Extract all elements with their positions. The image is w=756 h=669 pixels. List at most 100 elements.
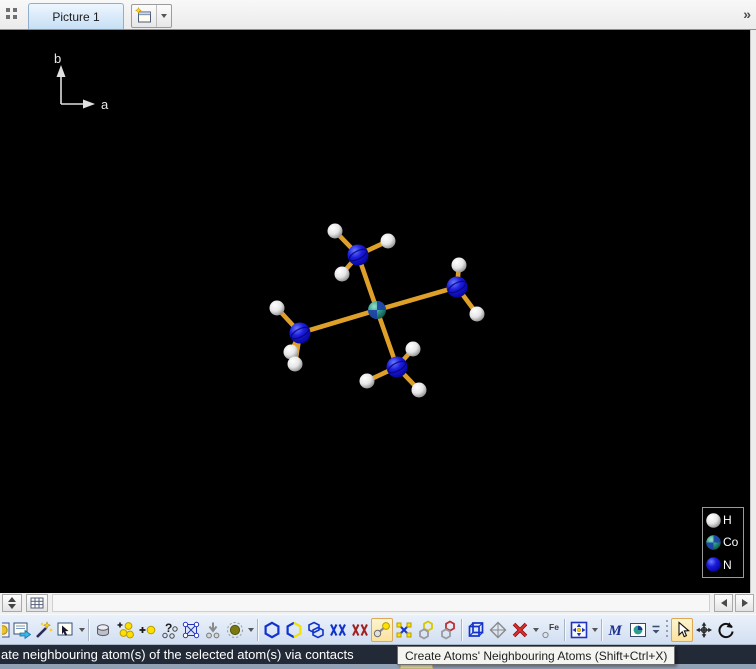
rotate-tool-icon [716,620,736,640]
table-view-button[interactable] [26,594,48,612]
rotate-tool-button[interactable] [715,618,737,642]
atom-H[interactable] [380,233,396,249]
clipped-page-button[interactable] [1,618,11,642]
delete-cross-button[interactable] [509,618,531,642]
ring-blue-button[interactable] [261,618,283,642]
atom-H[interactable] [451,257,467,273]
chevron-down-icon [591,627,598,632]
delete-cross-icon [510,620,530,640]
octahedron-button[interactable] [487,618,509,642]
connect-net-button[interactable] [180,618,202,642]
atom-H[interactable] [287,356,303,372]
toolbar-separator [666,619,668,640]
toolbar-more-button[interactable] [649,618,663,642]
create-neighbours-button[interactable] [371,617,393,642]
toolbar-separator [564,618,565,641]
scroll-left-button[interactable] [714,594,733,612]
legend-sphere-N-icon [705,556,722,573]
arrow-right-icon [741,599,748,607]
connect-net-icon [181,620,201,640]
svg-text:M: M [608,623,623,639]
expand-square-icon [569,620,589,640]
ring-stack-button[interactable] [305,618,327,642]
legend-label: Co [723,535,739,550]
arrow-left-icon [720,599,727,607]
toolbar-separator [461,618,462,641]
delete-cross-dropdown[interactable] [531,618,540,642]
expand-square-button[interactable] [568,618,590,642]
atom-N[interactable] [347,244,369,266]
spin-button[interactable] [2,594,22,612]
toolbar-separator [88,618,89,641]
properties-dialog-button[interactable] [11,618,33,642]
expand-square-dropdown[interactable] [590,618,599,642]
bottom-scroll-strip [0,593,756,614]
select-cursor-button[interactable] [671,617,693,642]
pointer-preview-icon [56,620,76,640]
tab-label: Picture 1 [52,9,100,24]
atom-N[interactable] [446,276,468,298]
atom-sphere-button[interactable] [224,618,246,642]
atom-Co[interactable] [368,301,386,319]
atom-H[interactable] [334,266,350,282]
ring-stack-icon [306,620,326,640]
bond[interactable] [299,307,378,336]
new-picture-dropdown[interactable] [156,5,171,27]
atom-query-icon: ? [159,620,179,640]
structure-viewport[interactable]: b a [0,30,750,593]
atom-H[interactable] [269,300,285,316]
atom-H[interactable] [327,223,343,239]
add-atom-button[interactable] [136,618,158,642]
atom-sphere-dropdown[interactable] [246,618,255,642]
structure-canvas[interactable]: b a H Co N [0,30,750,593]
atom-N[interactable] [386,356,408,378]
element-fe-button[interactable]: Fe [540,618,562,642]
ring-pair-yellow-icon [416,619,436,640]
m-symbol-button[interactable]: M [605,618,627,642]
net-blue-button[interactable] [327,618,349,642]
legend-sphere-Co-icon [705,534,722,551]
spin-up-icon [8,597,16,602]
drop-atoms-button[interactable] [202,618,224,642]
picture-frame-icon [628,620,648,640]
octahedron-icon [488,620,508,640]
move-tool-button[interactable] [693,618,715,642]
scroll-right-button[interactable] [735,594,754,612]
atom-H[interactable] [405,341,421,357]
element-fe-icon: Fe [541,620,561,640]
net-corners-button[interactable] [393,618,415,642]
atom-query-button[interactable]: ? [158,618,180,642]
vertical-scroll-strip[interactable] [750,30,756,593]
ring-pair-yellow-button[interactable] [415,618,437,642]
svg-text:Fe: Fe [549,622,559,632]
chevron-down-icon [78,627,85,632]
pointer-preview-dropdown[interactable] [77,618,86,642]
scrollbar-track[interactable] [52,594,710,612]
m-symbol-icon: M [606,620,626,640]
new-picture-button[interactable] [131,4,172,28]
add-atoms-icon [115,620,135,640]
toolbar-separator [601,618,602,641]
fill-bucket-button[interactable] [92,618,114,642]
atom-H[interactable] [469,306,485,322]
tab-overflow-button[interactable]: » [743,6,751,22]
cube-button[interactable] [465,618,487,642]
bond[interactable] [376,284,458,313]
dock-handle-icon[interactable] [6,8,20,22]
ring-pair-red-button[interactable] [437,618,459,642]
tab-bar: Picture 1 » [0,0,756,30]
tab-picture-1[interactable]: Picture 1 [28,3,124,29]
pointer-preview-button[interactable] [55,618,77,642]
net-red-button[interactable] [349,618,371,642]
magic-wand-button[interactable] [33,618,55,642]
atom-H[interactable] [411,382,427,398]
atom-H[interactable] [359,373,375,389]
add-atoms-button[interactable] [114,618,136,642]
ring-two-tone-button[interactable] [283,618,305,642]
atom-N[interactable] [289,322,311,344]
clipped-page-icon [1,620,11,640]
spin-down-icon [8,604,16,609]
picture-frame-button[interactable] [627,618,649,642]
toolbar-separator [257,618,258,641]
properties-dialog-icon [12,620,32,640]
